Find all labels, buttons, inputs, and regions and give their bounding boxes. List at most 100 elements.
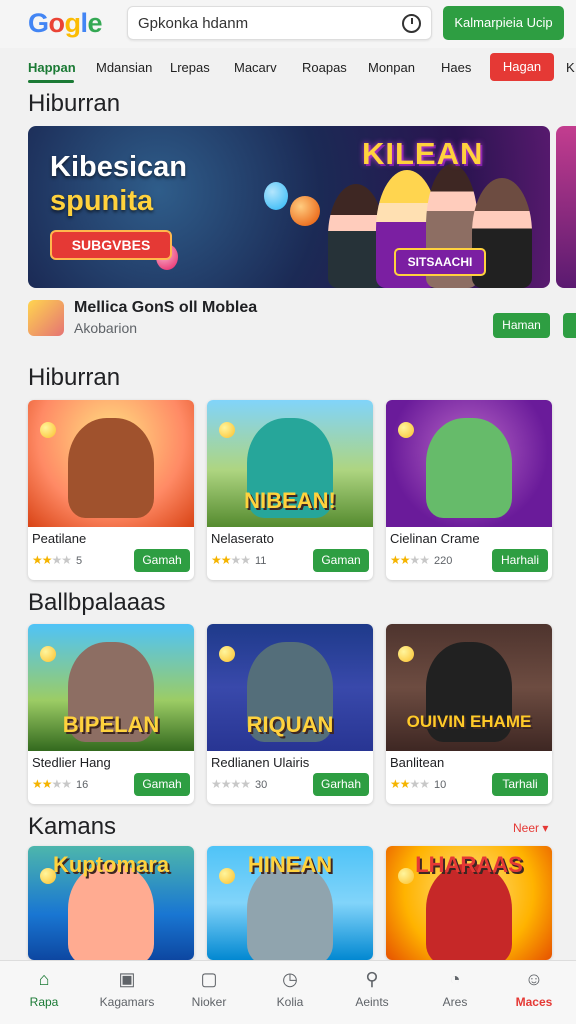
game-thumbnail[interactable]: OUIVIN EHAME [386, 624, 552, 751]
tab-lrepas[interactable]: Lrepas [170, 60, 210, 75]
logo-letter: G [28, 8, 49, 38]
tab-k[interactable]: K [566, 60, 575, 75]
game-art-title: NIBEAN! [244, 488, 336, 513]
active-tab-indicator [28, 80, 74, 83]
rating-count: 220 [434, 555, 453, 567]
game-thumbnail[interactable]: Kuptomara [28, 846, 194, 960]
app-icon[interactable] [28, 300, 64, 336]
tab-monpan[interactable]: Monpan [368, 60, 415, 75]
install-button[interactable]: Gaman [313, 549, 369, 572]
nav-label: Rapa [29, 995, 59, 1009]
character-figure [68, 864, 154, 960]
section-title-hiburran: Hiburran [28, 364, 121, 391]
rating-count: 16 [76, 779, 89, 791]
cards-icon: ▣ [118, 969, 136, 989]
game-thumbnail[interactable]: BIPELAN [28, 624, 194, 751]
profile-icon: ☺ [524, 969, 544, 989]
game-card[interactable]: HINEAN [207, 846, 373, 960]
logo-letter: g [64, 8, 82, 38]
ball-icon [40, 422, 56, 438]
game-art-title: RIQUAN [246, 712, 334, 737]
character-figure [426, 864, 512, 960]
game-thumbnail[interactable]: LHARAAS [386, 846, 552, 960]
section-title-hero: Hiburran [28, 90, 121, 117]
game-thumbnail[interactable] [386, 400, 552, 527]
rating-count: 10 [434, 779, 447, 791]
history-clock-icon[interactable] [402, 14, 421, 33]
rating-count: 5 [76, 555, 83, 567]
install-button[interactable]: Gamah [134, 773, 190, 796]
hero-subscribe-button[interactable]: SUBGVBES [50, 230, 172, 260]
tab-macarv[interactable]: Macarv [234, 60, 277, 75]
see-more-link[interactable]: Neer ▾ [513, 821, 548, 835]
app-title[interactable]: Mellica GonS oll Moblea [74, 299, 257, 317]
tab-roapas[interactable]: Roapas [302, 60, 347, 75]
hero-subheadline: spunita [50, 185, 154, 217]
bottom-navigation: ⌂ Rapa ▣ Kagamars ▢ Nioker ◷ Kolia ⚲ Aei… [0, 960, 576, 1024]
tab-happan[interactable]: Happan [28, 60, 76, 75]
game-name: Peatilane [32, 531, 87, 546]
hero-game-logo: KILEAN [362, 136, 484, 171]
balloon-icon [264, 182, 288, 210]
star-rating-icon: ★★★★ [390, 777, 430, 791]
app-subtitle: Akobarion [74, 320, 138, 336]
nav-item-kagamars[interactable]: ▣ Kagamars [86, 961, 168, 1024]
game-card[interactable]: OUIVIN EHAME Banlitean ★★★★ 10 Tarhali [386, 624, 552, 804]
game-art-title: Kuptomara [52, 852, 170, 877]
section-title-ballbpalaaas: Ballbpalaaas [28, 589, 166, 616]
character-figure [426, 418, 512, 518]
game-art-title: BIPELAN [62, 712, 160, 737]
app-install-button[interactable]: Haman [493, 313, 550, 338]
rating-count: 11 [255, 555, 267, 567]
game-card[interactable]: NIBEAN! Nelaserato ★★★★ 11 Gaman [207, 400, 373, 580]
ball-icon [40, 646, 56, 662]
game-card[interactable]: Peatilane ★★★★ 5 Gamah [28, 400, 194, 580]
game-name: Nelaserato [211, 531, 274, 546]
game-card[interactable]: Cielinan Crame ★★★★ 220 Harhali [386, 400, 552, 580]
game-thumbnail[interactable]: HINEAN [207, 846, 373, 960]
game-card[interactable]: Kuptomara [28, 846, 194, 960]
game-thumbnail[interactable] [28, 400, 194, 527]
tab-haes[interactable]: Haes [441, 60, 471, 75]
next-banner-peek[interactable] [556, 126, 576, 288]
game-art-title: HINEAN [247, 852, 333, 877]
tab-hagan[interactable]: Hagan [490, 53, 554, 81]
install-button[interactable]: Garhah [313, 773, 369, 796]
character-figure [68, 418, 154, 518]
game-card[interactable]: LHARAAS [386, 846, 552, 960]
clock-icon: ◷ [282, 969, 298, 989]
game-thumbnail[interactable]: NIBEAN! [207, 400, 373, 527]
game-card[interactable]: RIQUAN Redlianen Ulairis ★★★★ 30 Garhah [207, 624, 373, 804]
ball-icon [398, 422, 414, 438]
install-button[interactable]: Tarhali [492, 773, 548, 796]
search-input[interactable]: Gpkonka hdanm [127, 6, 432, 40]
game-thumbnail[interactable]: RIQUAN [207, 624, 373, 751]
nav-label: Maces [515, 995, 553, 1009]
nav-label: Ares [442, 995, 468, 1009]
game-name: Cielinan Crame [390, 531, 480, 546]
nav-item-maces[interactable]: ☺ Maces [493, 961, 575, 1024]
nav-item-nioker[interactable]: ▢ Nioker [168, 961, 250, 1024]
game-card[interactable]: BIPELAN Stedlier Hang ★★★★ 16 Gamah [28, 624, 194, 804]
nav-item-rapa[interactable]: ⌂ Rapa [3, 961, 85, 1024]
google-logo[interactable]: Gogle [28, 8, 103, 39]
next-app-button-peek[interactable] [563, 313, 576, 338]
install-button[interactable]: Harhali [492, 549, 548, 572]
tab-mdansian[interactable]: Mdansian [96, 60, 152, 75]
rating-count: 30 [255, 779, 268, 791]
hero-banner[interactable]: KILEAN SITSAACHI Kibesican spunita SUBGV… [28, 126, 550, 288]
hero-sign: SITSAACHI [394, 248, 486, 276]
install-button[interactable]: Gamah [134, 549, 190, 572]
nav-label: Aeints [355, 995, 389, 1009]
star-rating-icon: ★★★★ [32, 553, 72, 567]
nav-item-aeints[interactable]: ⚲ Aeints [331, 961, 413, 1024]
ball-icon [290, 196, 320, 226]
search-query: Gpkonka hdanm [138, 15, 249, 32]
nav-label: Kolia [276, 995, 304, 1009]
tablet-icon: ▢ [200, 969, 218, 989]
nav-label: Nioker [191, 995, 227, 1009]
nav-item-ares[interactable]: ◔ Ares [414, 961, 496, 1024]
nav-item-kolia[interactable]: ◷ Kolia [249, 961, 331, 1024]
top-action-button[interactable]: Kalmarpieia Ucip [443, 6, 564, 40]
game-name: Banlitean [390, 755, 445, 770]
